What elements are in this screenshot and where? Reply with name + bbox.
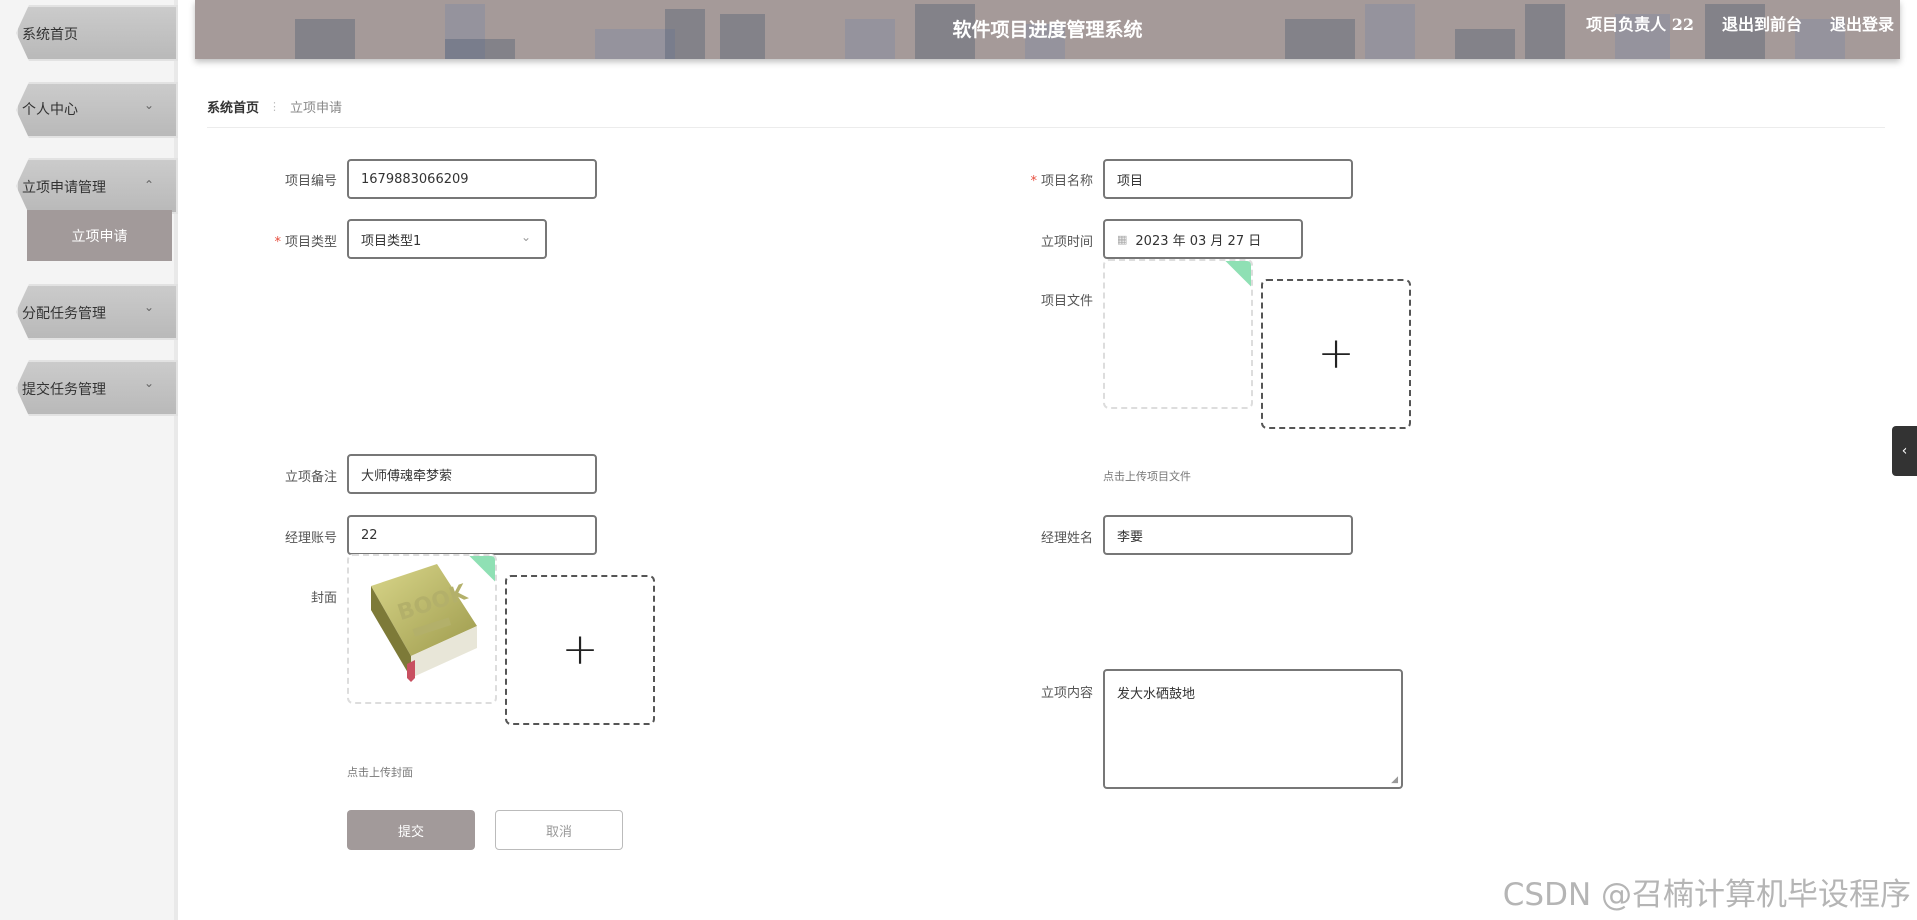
chevron-down-icon: ⌄: [143, 300, 154, 314]
resize-handle[interactable]: ◢: [1391, 775, 1398, 785]
sidebar-item-label: 分配任务管理: [22, 306, 106, 322]
breadcrumb-separator: ⋮: [269, 100, 281, 113]
project-name-label: * 项目名称: [1030, 174, 1093, 189]
project-file-hint: 点击上传项目文件: [1103, 470, 1191, 483]
content-label: 立项内容: [1040, 686, 1093, 701]
current-user-label: 项目负责人 22: [1586, 15, 1694, 34]
logout-link[interactable]: 退出登录: [1830, 11, 1894, 35]
required-mark: *: [1030, 174, 1037, 189]
plus-icon: +: [1317, 328, 1355, 379]
skyline-building: [445, 39, 515, 59]
cover-hint: 点击上传封面: [347, 766, 413, 779]
project-name-input[interactable]: 项目: [1103, 159, 1353, 199]
manager-name-label: 经理姓名: [1040, 531, 1093, 546]
exit-to-frontend-link[interactable]: 退出到前台: [1722, 11, 1802, 35]
submit-button[interactable]: 提交: [347, 810, 475, 850]
submenu-item-project-application[interactable]: 立项申请: [27, 210, 172, 261]
remark-label: 立项备注: [284, 470, 337, 485]
sidebar-item-label: 个人中心: [22, 102, 78, 118]
sidebar-item-submit-task-management[interactable]: 提交任务管理 ⌄: [6, 360, 178, 416]
cover-upload-button[interactable]: +: [505, 575, 655, 725]
header-links: 项目负责人 22 退出到前台 退出登录: [1586, 11, 1894, 35]
required-mark: *: [274, 235, 281, 250]
sidebar-item-personal-center[interactable]: 个人中心 ⌄: [6, 82, 178, 138]
watermark: CSDN @召楠计算机毕设程序: [1502, 877, 1911, 913]
side-panel-toggle[interactable]: ‹: [1892, 426, 1917, 476]
project-file-upload-button[interactable]: +: [1261, 279, 1411, 429]
breadcrumb-home[interactable]: 系统首页: [207, 97, 259, 116]
chevron-down-icon: ⌄: [143, 376, 154, 390]
sidebar: 系统首页 个人中心 ⌄ 立项申请管理 ⌃ 立项申请 分配任务管理 ⌄ 提交任务管…: [0, 0, 178, 920]
calendar-icon: ▦: [1117, 232, 1128, 246]
sidebar-item-home[interactable]: 系统首页: [6, 5, 178, 61]
project-no-label: 项目编号: [284, 174, 337, 189]
project-type-select[interactable]: 项目类型1 ⌄: [347, 219, 547, 259]
chevron-up-icon: ⌃: [143, 178, 154, 192]
manager-name-input[interactable]: 李要: [1103, 515, 1353, 555]
project-file-label: 项目文件: [1040, 294, 1093, 309]
cover-label: 封面: [310, 591, 337, 606]
sidebar-item-label: 提交任务管理: [22, 382, 106, 398]
chevron-down-icon: ⌄: [143, 98, 154, 112]
cover-thumbnail[interactable]: BOOK: [347, 554, 497, 704]
project-time-label: 立项时间: [1040, 235, 1093, 250]
divider: [207, 127, 1885, 128]
book-cover-image: BOOK: [371, 564, 477, 682]
project-time-datepicker[interactable]: ▦ 2023 年 03 月 27 日: [1103, 219, 1303, 259]
sidebar-item-assign-task-management[interactable]: 分配任务管理 ⌄: [6, 284, 178, 340]
sidebar-item-project-application-management[interactable]: 立项申请管理 ⌃: [6, 158, 178, 214]
cancel-button[interactable]: 取消: [495, 810, 623, 850]
project-no-input[interactable]: 1679883066209: [347, 159, 597, 199]
project-type-label: * 项目类型: [274, 235, 337, 250]
manager-account-input[interactable]: 22: [347, 515, 597, 555]
content-textarea[interactable]: 发大水硒鼓地 ◢: [1103, 669, 1403, 789]
sidebar-item-label: 系统首页: [22, 27, 78, 43]
chevron-down-icon: ⌄: [520, 230, 531, 244]
chevron-left-icon: ‹: [1901, 443, 1908, 459]
sidebar-item-label: 立项申请管理: [22, 180, 106, 196]
manager-account-label: 经理账号: [284, 531, 337, 546]
remark-input[interactable]: 大师傅魂牵梦萦: [347, 454, 597, 494]
breadcrumb-current: 立项申请: [290, 101, 343, 116]
breadcrumb: 系统首页 ⋮ 立项申请: [207, 97, 342, 116]
header-bar: 软件项目进度管理系统 项目负责人 22 退出到前台 退出登录: [195, 0, 1900, 59]
upload-success-corner: [1221, 261, 1251, 291]
project-file-thumbnail[interactable]: [1103, 259, 1253, 409]
plus-icon: +: [561, 624, 599, 675]
